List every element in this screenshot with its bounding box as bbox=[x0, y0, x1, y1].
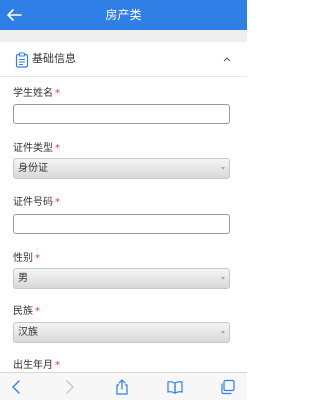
gender-value: 男 bbox=[18, 273, 28, 284]
bookmarks-icon[interactable] bbox=[166, 378, 184, 396]
id-type-label: 证件类型 * bbox=[13, 143, 60, 154]
student-name-label: 学生姓名 * bbox=[13, 88, 60, 99]
id-type-select[interactable]: 身份证 bbox=[13, 158, 230, 179]
required-mark: * bbox=[55, 197, 60, 208]
ethnicity-value: 汉族 bbox=[18, 327, 38, 338]
dropdown-caret-icon bbox=[221, 277, 225, 280]
chevron-up-icon[interactable] bbox=[222, 54, 232, 64]
top-nav-bar: 房产类 bbox=[0, 0, 247, 30]
id-number-input[interactable] bbox=[13, 214, 230, 234]
required-mark: * bbox=[35, 253, 40, 264]
share-icon[interactable] bbox=[113, 378, 131, 396]
ethnicity-label: 民族 * bbox=[13, 306, 40, 317]
required-mark: * bbox=[55, 143, 60, 154]
forward-icon[interactable] bbox=[60, 378, 78, 396]
student-name-input[interactable] bbox=[13, 104, 230, 124]
dropdown-caret-icon bbox=[221, 331, 225, 334]
section-title: 基础信息 bbox=[32, 52, 76, 65]
gender-select[interactable]: 男 bbox=[13, 268, 230, 289]
birthdate-label: 出生年月 * bbox=[13, 360, 60, 371]
required-mark: * bbox=[35, 306, 40, 317]
browser-toolbar bbox=[0, 372, 247, 400]
id-type-value: 身份证 bbox=[18, 163, 48, 174]
basic-info-section-header[interactable]: 基础信息 bbox=[0, 42, 247, 77]
required-mark: * bbox=[55, 360, 60, 371]
ethnicity-select[interactable]: 汉族 bbox=[13, 322, 230, 343]
dropdown-caret-icon bbox=[221, 167, 225, 170]
required-mark: * bbox=[55, 88, 60, 99]
gender-label: 性别 * bbox=[13, 253, 40, 264]
id-number-label: 证件号码 * bbox=[13, 197, 60, 208]
tabs-icon[interactable] bbox=[219, 378, 237, 396]
section-spacer bbox=[0, 30, 247, 42]
clipboard-icon bbox=[15, 52, 29, 68]
page-title: 房产类 bbox=[105, 8, 142, 22]
back-icon[interactable] bbox=[8, 378, 26, 396]
